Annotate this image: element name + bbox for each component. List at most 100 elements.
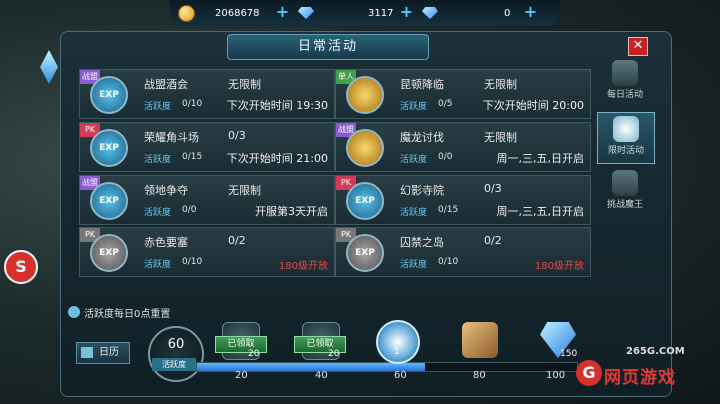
reward-count-60: 1	[394, 347, 400, 357]
activity-schedule: 下次开始时间 19:30	[226, 99, 328, 112]
activity-points-value: 0/15	[438, 205, 459, 215]
game-menu-logo-icon[interactable]: S	[4, 250, 38, 284]
activity-card[interactable]: 战盟 EXP 战盟酒会 无限制 活跃度 0/10 下次开始时间 19:30	[79, 69, 335, 119]
milestone-40: 40	[315, 370, 328, 381]
bound-diamond-currency: 0	[422, 5, 510, 21]
bound-diamond-amount: 0	[504, 7, 511, 19]
gold-medal-icon	[346, 129, 384, 167]
reward-count-20: 20	[248, 349, 260, 359]
add-bound-diamond-button[interactable]: +	[523, 4, 538, 20]
exp-icon: EXP	[90, 129, 128, 167]
exp-grey-icon: EXP	[90, 234, 128, 272]
add-diamond-button[interactable]: +	[399, 4, 414, 20]
gold-amount: 2068678	[215, 7, 260, 19]
reward-count-40: 20	[328, 349, 340, 359]
activity-points-value: 0/10	[438, 257, 459, 267]
reward-scroll-80[interactable]	[462, 322, 498, 358]
milestone-20: 20	[235, 370, 248, 381]
activity-name: 战盟酒会	[144, 78, 188, 91]
activity-points-value: 0/0	[182, 205, 197, 215]
activity-schedule: 180级开放	[278, 261, 328, 272]
activity-limit: 0/3	[484, 182, 502, 195]
activity-points-value: 60	[167, 337, 185, 352]
tab-limited-time[interactable]: 限时活动	[597, 112, 655, 164]
activity-name: 领地争夺	[144, 184, 188, 197]
activity-card[interactable]: PK EXP 幻影寺院 0/3 活跃度 0/15 周一,三,五,日开启	[335, 175, 591, 225]
activity-points-circle: 60	[148, 326, 204, 382]
activity-limit: 无限制	[484, 131, 517, 144]
activity-card[interactable]: PK EXP 赤色要塞 0/2 活跃度 0/10 180级开放	[79, 227, 335, 277]
milestone-80: 80	[473, 370, 486, 381]
reset-note: 活跃度每日0点重置	[84, 309, 171, 320]
activity-card[interactable]: 战盟 魔龙讨伐 无限制 活跃度 0/0 周一,三,五,日开启	[335, 122, 591, 172]
calendar-button[interactable]: 日历	[76, 342, 130, 364]
activity-points-label: 活跃度	[144, 102, 172, 112]
activity-schedule: 周一,三,五,日开启	[496, 205, 585, 218]
gold-currency: 2068678	[178, 4, 260, 22]
calendar-icon	[81, 347, 93, 358]
activity-points-label: 活跃度	[144, 208, 172, 218]
activity-points-value: 0/5	[438, 99, 453, 109]
activity-points-label: 活跃度	[144, 260, 172, 270]
bound-diamond-icon	[422, 7, 438, 19]
activity-card[interactable]: PK EXP 荣耀角斗场 0/3 活跃度 0/15 下次开始时间 21:00	[79, 122, 335, 172]
milestone-60: 60	[394, 370, 407, 381]
reward-emblem-60[interactable]	[376, 320, 420, 364]
activity-name: 荣耀角斗场	[144, 131, 199, 144]
activity-limit: 无限制	[484, 78, 517, 91]
watermark-url: 265G.COM	[626, 346, 685, 357]
panel-title: 日常活动	[227, 34, 429, 60]
activity-limit: 无限制	[228, 78, 261, 91]
exp-grey-icon: EXP	[346, 234, 384, 272]
activity-card[interactable]: 战盟 EXP 领地争夺 无限制 活跃度 0/0 开服第3天开启	[79, 175, 335, 225]
watermark-logo: G 网页游戏	[576, 360, 716, 388]
activity-schedule: 下次开始时间 20:00	[482, 99, 584, 112]
crystal-ornament-icon	[40, 50, 58, 84]
milestone-100: 100	[546, 370, 566, 381]
exp-icon: EXP	[90, 182, 128, 220]
tab-daily-label: 每日活动	[606, 90, 643, 100]
activity-limit: 无限制	[228, 184, 261, 197]
activity-points-label: 活跃度	[152, 358, 196, 371]
activity-name: 幻影寺院	[400, 184, 444, 197]
watermark-text: 网页游戏	[604, 368, 676, 388]
activity-name: 赤色要塞	[144, 236, 188, 249]
activity-points-value: 0/10	[182, 99, 203, 109]
activity-points-label: 活跃度	[400, 260, 428, 270]
activity-limit: 0/2	[228, 234, 246, 247]
diamond-amount: 3117	[368, 7, 394, 19]
demon-head-icon	[612, 170, 638, 196]
tab-daily[interactable]: 每日活动	[597, 57, 653, 107]
activity-limit: 0/3	[228, 129, 246, 142]
activity-schedule: 周一,三,五,日开启	[496, 152, 585, 165]
add-gold-button[interactable]: +	[275, 4, 290, 20]
close-button[interactable]: ✕	[628, 37, 648, 56]
watermark-g-icon: G	[576, 360, 602, 386]
activity-card[interactable]: 单人 昆顿降临 无限制 活跃度 0/5 下次开始时间 20:00	[335, 69, 591, 119]
activity-progress-fill	[197, 363, 425, 371]
genie-lamp-icon	[612, 60, 638, 86]
activity-schedule: 下次开始时间 21:00	[226, 152, 328, 165]
activity-limit: 0/2	[484, 234, 502, 247]
tab-limited-time-label: 限时活动	[607, 146, 644, 156]
activity-points-value: 0/10	[182, 257, 203, 267]
activity-name: 魔龙讨伐	[400, 131, 444, 144]
activity-points-label: 活跃度	[400, 155, 428, 165]
clock-emblem-icon	[613, 116, 639, 142]
activity-name: 囚禁之岛	[400, 236, 444, 249]
activity-points-label: 活跃度	[400, 102, 428, 112]
calendar-label: 日历	[99, 347, 119, 358]
activity-points-label: 活跃度	[400, 208, 428, 218]
exp-icon: EXP	[90, 76, 128, 114]
gold-medal-icon	[346, 76, 384, 114]
activity-card[interactable]: PK EXP 囚禁之岛 0/2 活跃度 0/10 180级开放	[335, 227, 591, 277]
activity-schedule: 180级开放	[534, 261, 584, 272]
activity-points-value: 0/0	[438, 152, 453, 162]
tab-boss-challenge-label: 挑战魔王	[606, 200, 643, 210]
activity-name: 昆顿降临	[400, 78, 444, 91]
tab-boss-challenge[interactable]: 挑战魔王	[597, 167, 653, 217]
activity-points-value: 0/15	[182, 152, 203, 162]
gold-coin-icon	[178, 4, 195, 22]
activity-points-label: 活跃度	[144, 155, 172, 165]
reward-count-100: 150	[560, 349, 578, 359]
